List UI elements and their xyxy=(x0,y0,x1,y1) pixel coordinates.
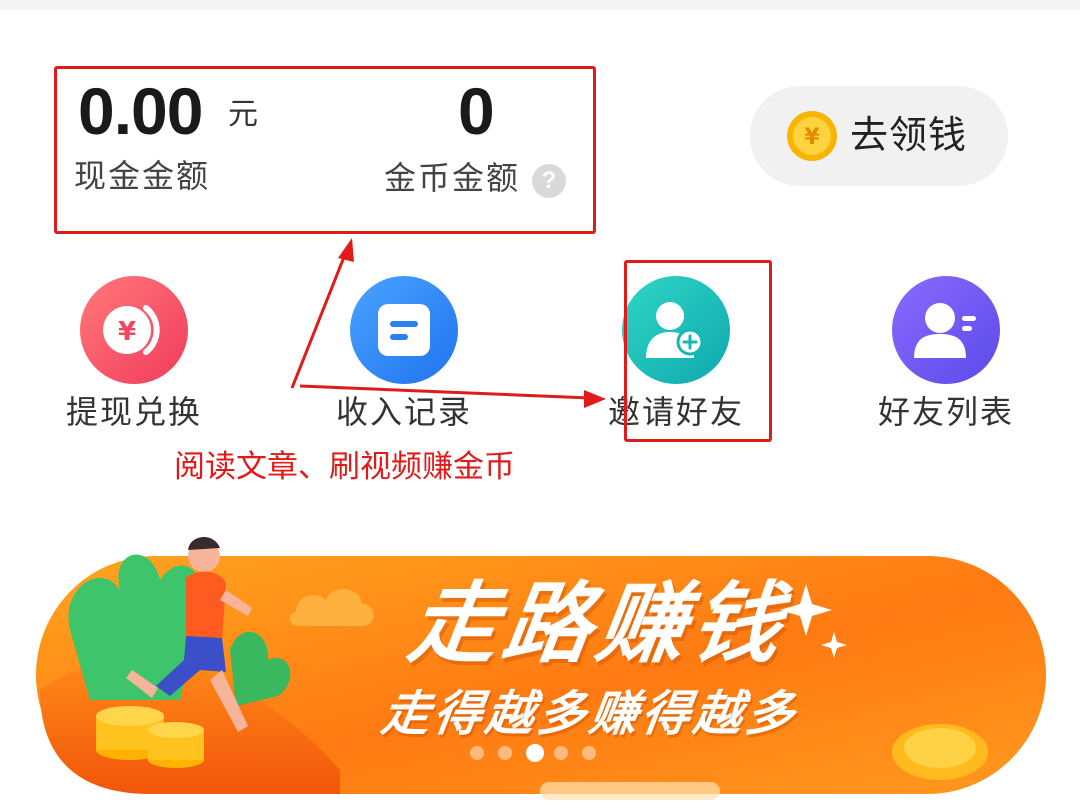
feature-icon-circle xyxy=(622,276,730,384)
feature-income-record[interactable]: 收入记录 xyxy=(304,270,504,440)
carousel-dots xyxy=(470,742,630,762)
friend-list-icon xyxy=(914,303,976,358)
carousel-dot[interactable] xyxy=(470,746,484,760)
feature-withdraw-exchange[interactable]: ¥ 提现兑换 xyxy=(34,270,234,440)
add-friend-icon xyxy=(646,302,704,358)
claim-money-label: 去领钱 xyxy=(850,113,968,157)
claim-money-button[interactable]: ¥ 去领钱 xyxy=(750,86,1008,186)
feature-friend-list[interactable]: 好友列表 xyxy=(846,270,1046,440)
gold-coin-icon: ¥ xyxy=(787,111,837,161)
yuan-exchange-icon: ¥ xyxy=(103,305,160,355)
svg-text:¥: ¥ xyxy=(118,317,136,347)
feature-icon-circle xyxy=(350,276,458,384)
feature-label: 提现兑换 xyxy=(65,393,202,431)
status-bar xyxy=(0,0,1080,10)
feature-label: 邀请好友 xyxy=(607,393,744,431)
feature-icon-circle xyxy=(892,276,1000,384)
carousel-dot[interactable] xyxy=(498,746,512,760)
cash-amount: 0.00 xyxy=(78,74,203,148)
coin-glyph: ¥ xyxy=(804,125,820,150)
carousel-dot[interactable] xyxy=(554,746,568,760)
coin-amount: 0 xyxy=(458,74,495,148)
banner-subtitle: 走得越多赚得越多 xyxy=(378,686,802,742)
feature-invite-friends[interactable]: 邀请好友 xyxy=(576,270,776,440)
feature-label: 好友列表 xyxy=(877,393,1014,431)
help-icon[interactable]: ? xyxy=(532,164,566,198)
feature-icon-circle: ¥ xyxy=(80,276,188,384)
annotation-text: 阅读文章、刷视频赚金币 xyxy=(174,449,515,485)
record-list-icon xyxy=(378,304,430,356)
carousel-dot[interactable] xyxy=(526,744,544,762)
feature-label: 收入记录 xyxy=(335,393,472,431)
cash-label: 现金金额 xyxy=(74,157,211,195)
coin-label: 金币金额 xyxy=(384,159,521,197)
cash-unit: 元 xyxy=(228,97,258,132)
carousel-dot[interactable] xyxy=(582,746,596,760)
banner-title: 走路赚钱 xyxy=(402,572,794,675)
